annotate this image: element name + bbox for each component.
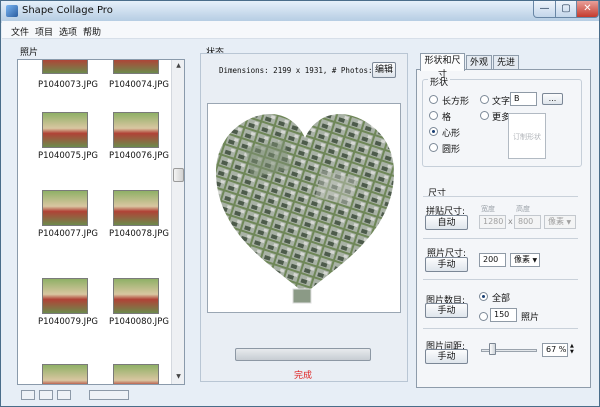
height-label: 高度 [516,205,530,213]
tab-shape-size[interactable]: 形状和尺寸 [420,53,465,80]
maximize-button[interactable]: ▢ [555,1,577,18]
heart-collage-image [216,114,394,304]
collage-width-field[interactable]: 1280 [479,215,506,229]
radio-text[interactable] [480,95,489,104]
edit-button[interactable]: 编辑 [372,62,396,78]
radio-text-label: 文字 [492,97,511,107]
shape-text-field[interactable]: B [510,92,537,106]
photo-options-button[interactable] [89,390,129,400]
progress-bar [235,348,371,361]
photo-list[interactable]: P1040073.JPG P1040074.JPG P1040075.JPG P… [17,59,185,385]
photo-image [42,190,88,226]
collage-unit-select[interactable]: 像素 ▼ [544,215,576,229]
tab-advanced[interactable]: 先进 [493,55,519,70]
app-icon [6,5,18,17]
thumbnail-filename: P1040078.JPG [109,229,169,239]
divider [423,328,578,329]
radio-circle-label: 圆形 [442,145,461,155]
radio-all-photos-label: 全部 [492,294,511,304]
collage-size-auto-button[interactable]: 自动 [425,215,468,230]
radio-circle[interactable] [429,143,438,152]
photo-size-manual-button[interactable]: 手动 [425,257,468,272]
menu-file[interactable]: 文件 [11,25,29,38]
times-sign: x [508,217,513,226]
dropdown-arrow-icon: ▼ [532,257,538,264]
spacing-slider-handle[interactable] [489,343,496,355]
thumbnail-filename: P1040080.JPG [109,317,169,327]
title-bar[interactable]: Shape Collage Pro — ▢ ✕ [1,1,599,21]
spacing-value-field[interactable]: 67 % [542,343,568,357]
scroll-up-arrow-icon[interactable]: ▲ [172,60,185,72]
collage-unit-value: 像素 [548,217,564,226]
radio-rectangle-label: 长方形 [442,97,470,107]
thumbnail-filename: P1040076.JPG [109,151,169,161]
photo-image [113,60,159,74]
photo-image [113,190,159,226]
dropdown-arrow-icon: ▼ [566,219,572,226]
app-window: Shape Collage Pro — ▢ ✕ 文件 项目 选项 帮助 照片 P… [0,0,600,407]
photo-size-field[interactable]: 200 [479,253,506,267]
radio-rectangle[interactable] [429,95,438,104]
custom-shape-box[interactable]: 订制形状 [508,113,546,159]
photo-count-field[interactable]: 150 [490,308,517,322]
radio-heart[interactable] [429,127,438,136]
photo-image [113,112,159,148]
radio-grid[interactable] [429,111,438,120]
photo-image [42,278,88,314]
photo-list-scrollbar[interactable]: ▲ ▼ [171,60,184,384]
tab-appearance[interactable]: 外观 [466,55,492,70]
menu-options[interactable]: 选项 [59,25,77,38]
photo-image [42,112,88,148]
close-button[interactable]: ✕ [576,1,599,18]
radio-photo-number[interactable] [479,312,488,321]
size-divider [423,196,578,197]
font-browse-button[interactable]: ... [542,93,563,105]
photo-image [113,278,159,314]
width-label: 宽度 [481,205,495,213]
photo-count-unit: 照片 [521,313,540,323]
remove-photo-button[interactable] [57,390,71,400]
radio-heart-label: 心形 [442,129,461,139]
photo-image [113,364,159,384]
divider [423,279,578,280]
spacing-manual-button[interactable]: 手动 [425,349,468,364]
collage-preview[interactable] [207,103,401,313]
add-folder-button[interactable] [39,390,53,400]
scroll-down-arrow-icon[interactable]: ▼ [172,371,185,383]
photo-size-unit-value: 像素 [514,255,530,264]
thumbnail-filename: P1040073.JPG [38,80,98,90]
radio-all-photos[interactable] [479,292,488,301]
size-group-label: 尺寸 [428,189,447,199]
thumbnail-filename: P1040075.JPG [38,151,98,161]
divider [423,238,578,239]
spacing-spinner-icon[interactable]: ▲ ▼ [570,343,574,355]
minimize-button[interactable]: — [533,1,556,18]
progress-status-text: 完成 [294,371,313,381]
radio-grid-label: 格 [442,113,452,123]
photo-image [42,60,88,74]
radio-more[interactable] [480,111,489,120]
thumbnail-filename: P1040074.JPG [109,80,169,90]
photo-image [42,364,88,384]
window-title: Shape Collage Pro [22,5,113,16]
thumbnail-filename: P1040077.JPG [38,229,98,239]
menu-help[interactable]: 帮助 [83,25,101,38]
photo-size-unit-select[interactable]: 像素 ▼ [510,253,540,267]
scroll-thumb[interactable] [173,168,184,182]
thumbnail-filename: P1040079.JPG [38,317,98,327]
menu-project[interactable]: 项目 [35,25,53,38]
photos-label: 照片 [20,48,39,58]
photo-count-manual-button[interactable]: 手动 [425,303,468,318]
dimensions-text: Dimensions: 2199 x 1931, # Photos: 165 [219,66,391,75]
add-photo-button[interactable] [21,390,35,400]
collage-height-field[interactable]: 800 [514,215,541,229]
menu-bar: 文件 项目 选项 帮助 [2,21,599,39]
